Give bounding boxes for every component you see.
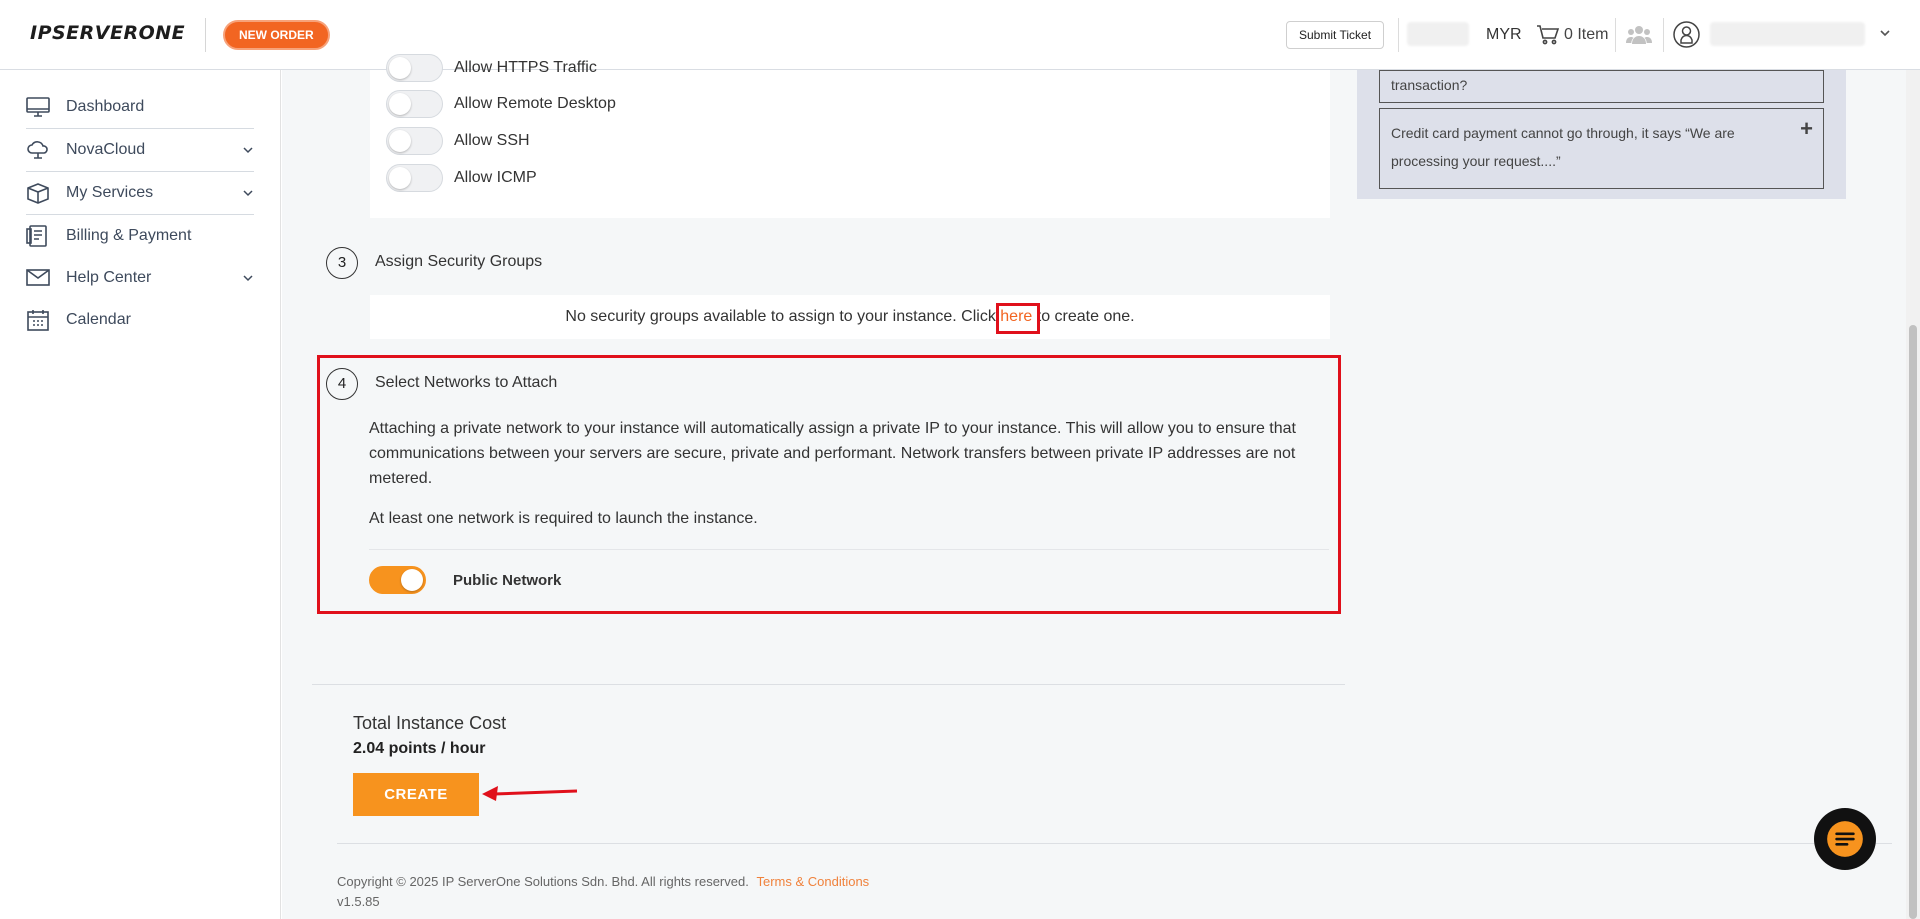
remote-desktop-toggle[interactable]: [386, 90, 443, 118]
logo-divider: [205, 18, 206, 52]
copyright-text: Copyright © 2025 IP ServerOne Solutions …: [337, 874, 869, 889]
arrow-annotation-icon: [482, 786, 578, 801]
balance-blurred: [1407, 22, 1469, 46]
sidebar: Dashboard NovaCloud My Services Billing …: [0, 70, 281, 919]
cart-count: 0 Item: [1564, 26, 1609, 43]
version-text: v1.5.85: [337, 894, 380, 909]
sidebar-item-help-center[interactable]: Help Center: [26, 257, 254, 299]
sidebar-item-novacloud[interactable]: NovaCloud: [26, 129, 254, 171]
toggle-row: Allow Remote Desktop: [386, 90, 616, 118]
username-blurred: [1710, 22, 1865, 46]
copyright: Copyright © 2025 IP ServerOne Solutions …: [337, 874, 749, 889]
sidebar-item-label: Billing & Payment: [66, 227, 192, 244]
security-groups-message: No security groups available to assign t…: [370, 295, 1330, 339]
message-text: No security groups available to assign t…: [565, 308, 1001, 325]
sidebar-item-dashboard[interactable]: Dashboard: [26, 86, 254, 128]
toggle-label: Allow ICMP: [454, 169, 537, 186]
sidebar-item-calendar[interactable]: Calendar: [26, 299, 254, 341]
terms-link[interactable]: Terms & Conditions: [756, 874, 869, 889]
step-number: 3: [326, 247, 358, 279]
chat-button[interactable]: [1814, 808, 1876, 870]
toggle-row: Allow HTTPS Traffic: [386, 54, 597, 82]
total-cost-value: 2.04 points / hour: [353, 740, 486, 757]
footer-divider: [337, 843, 1892, 844]
toggle-label: Allow HTTPS Traffic: [454, 59, 597, 76]
sidebar-item-my-services[interactable]: My Services: [26, 172, 254, 214]
toggle-label: Allow Remote Desktop: [454, 95, 616, 112]
faq-item[interactable]: transaction?: [1379, 70, 1824, 103]
toggle-row: Public Network: [369, 566, 561, 594]
ssh-toggle[interactable]: [386, 127, 443, 155]
section-title: Select Networks to Attach: [375, 374, 558, 391]
message-text: to create one.: [1032, 308, 1135, 325]
networks-description: Attaching a private network to your inst…: [369, 420, 1296, 487]
header-divider: [1663, 18, 1664, 52]
plus-icon[interactable]: +: [1800, 115, 1813, 143]
faq-item-text: Credit card payment cannot go through, i…: [1391, 125, 1735, 169]
header-divider: [1615, 18, 1616, 52]
sidebar-item-label: My Services: [66, 184, 154, 201]
billing-icon: [26, 225, 50, 247]
faq-item-text: transaction?: [1391, 77, 1468, 93]
submit-ticket-button[interactable]: Submit Ticket: [1286, 21, 1385, 49]
toggle-label: Public Network: [453, 571, 562, 589]
toggle-row: Allow SSH: [386, 127, 530, 155]
chevron-down-icon: [243, 190, 253, 197]
cart-button[interactable]: 0 Item: [1536, 24, 1608, 46]
toggle-label: Allow SSH: [454, 132, 530, 149]
team-icon[interactable]: [1626, 24, 1652, 46]
create-button[interactable]: CREATE: [353, 773, 479, 816]
top-header: IPSERVERONE NEW ORDER Submit Ticket MYR …: [0, 0, 1920, 70]
chat-icon: [1827, 821, 1863, 857]
mail-icon: [26, 267, 50, 289]
step-number: 4: [326, 368, 358, 400]
currency-selector[interactable]: MYR: [1486, 26, 1522, 44]
scrollbar-thumb[interactable]: [1909, 325, 1917, 919]
icmp-toggle[interactable]: [386, 164, 443, 192]
sidebar-item-label: Dashboard: [66, 98, 145, 115]
ipserverone-logo[interactable]: IPSERVERONE: [30, 22, 185, 44]
monitor-icon: [26, 96, 50, 118]
faq-item[interactable]: Credit card payment cannot go through, i…: [1379, 108, 1824, 189]
https-toggle[interactable]: [386, 54, 443, 82]
user-icon[interactable]: [1673, 21, 1700, 48]
toggle-row: Allow ICMP: [386, 164, 537, 192]
sidebar-item-billing[interactable]: Billing & Payment: [26, 215, 254, 257]
chevron-down-icon[interactable]: [1878, 26, 1892, 40]
sidebar-item-label: Help Center: [66, 269, 152, 286]
section-divider: [312, 684, 1345, 685]
sidebar-item-label: NovaCloud: [66, 141, 146, 158]
chevron-down-icon: [243, 147, 253, 154]
cloud-icon: [26, 139, 50, 161]
new-order-button[interactable]: NEW ORDER: [223, 20, 330, 50]
calendar-icon: [26, 309, 50, 331]
section-title: Assign Security Groups: [375, 253, 543, 270]
cart-icon: [1537, 25, 1560, 45]
section-divider: [369, 549, 1329, 550]
total-cost-label: Total Instance Cost: [353, 713, 507, 733]
public-network-toggle[interactable]: [369, 566, 426, 594]
header-divider: [1398, 18, 1399, 52]
sidebar-item-label: Calendar: [66, 311, 131, 328]
highlight-here-link: [996, 303, 1040, 334]
networks-requirement: At least one network is required to laun…: [369, 510, 758, 527]
box-icon: [26, 182, 50, 204]
chevron-down-icon: [243, 275, 253, 282]
